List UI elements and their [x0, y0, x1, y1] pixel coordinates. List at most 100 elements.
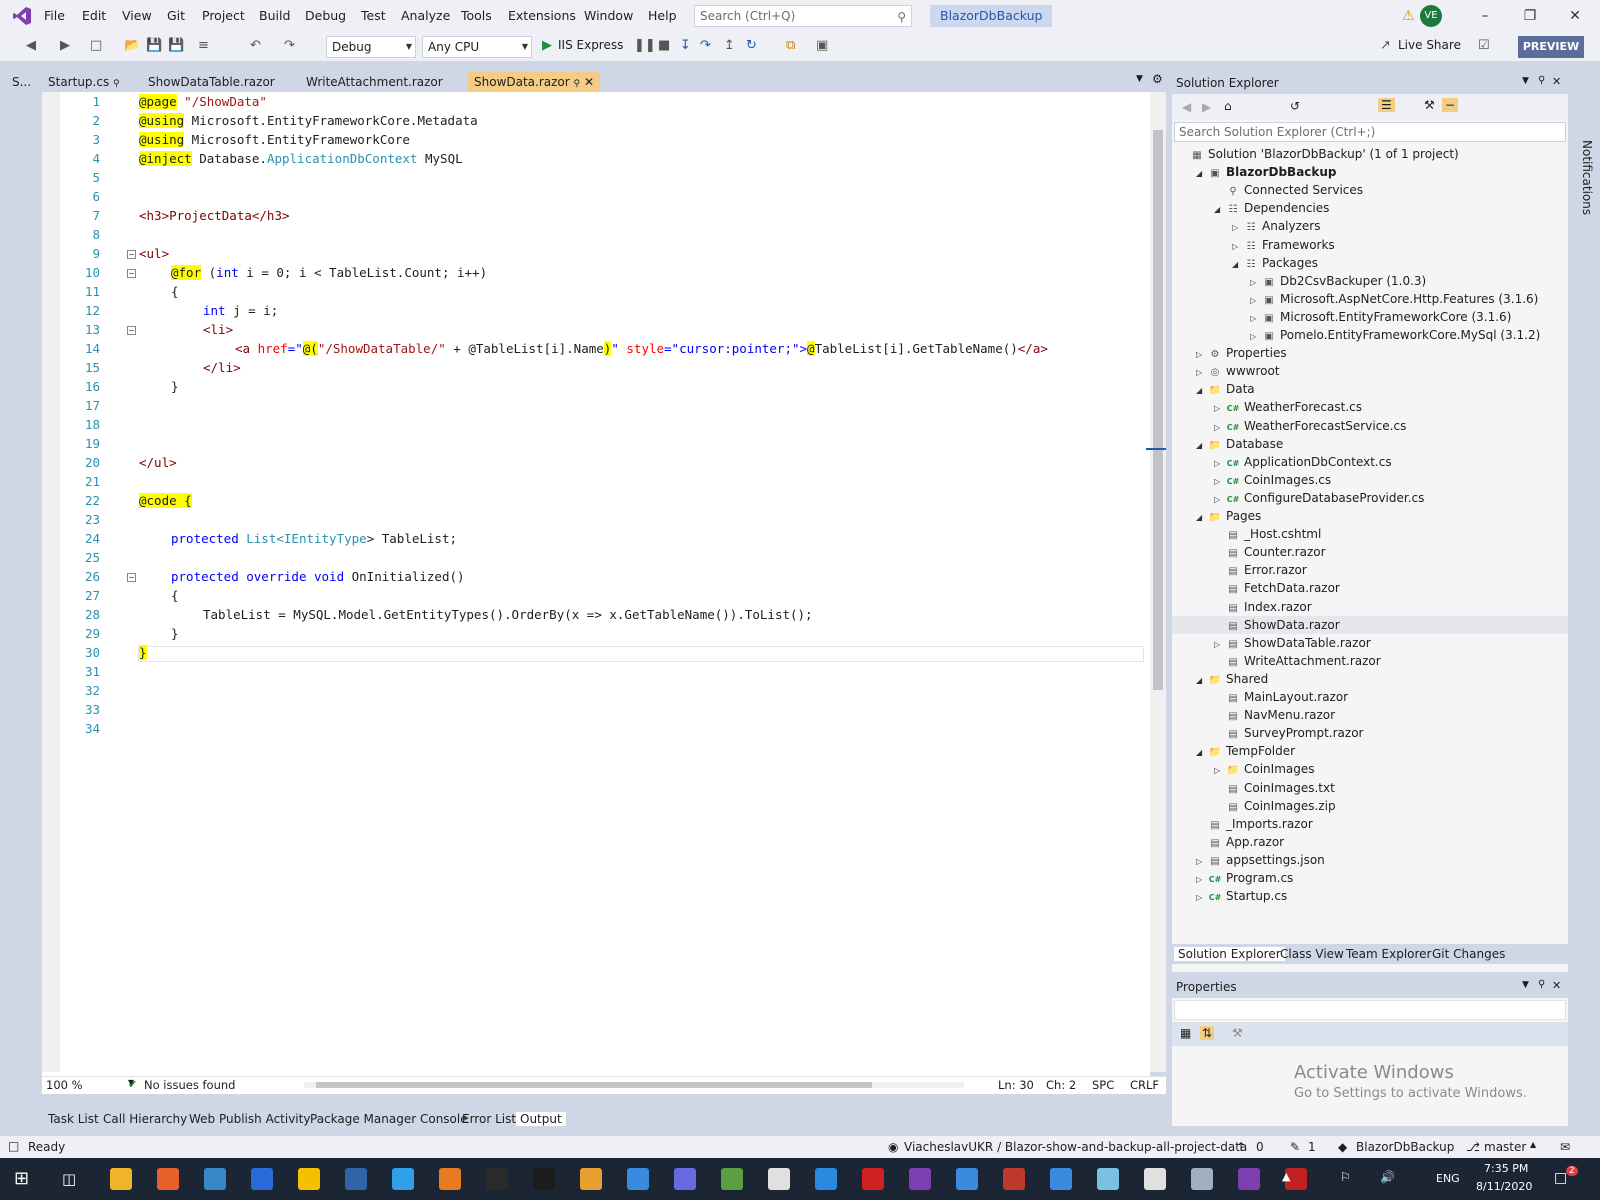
menu-extensions[interactable]: Extensions: [508, 8, 576, 23]
collapse-all-icon[interactable]: −: [1442, 98, 1459, 112]
taskbar-app-icon[interactable]: [956, 1168, 978, 1190]
forward-icon[interactable]: ▶: [1202, 100, 1211, 114]
tab-error-list[interactable]: Error List: [462, 1112, 516, 1126]
notifications-tab[interactable]: Notifications: [1580, 140, 1594, 215]
visual-studio-logo-icon[interactable]: [12, 6, 32, 26]
taskbar-app-icon[interactable]: [862, 1168, 884, 1190]
taskbar-app-icon[interactable]: [345, 1168, 367, 1190]
tree-node[interactable]: ▷ C# WeatherForecast.cs: [1214, 398, 1362, 416]
code-line-10[interactable]: @for (int i = 0; i < TableList.Count; i+…: [171, 265, 487, 280]
tree-node[interactable]: ◢ ☷ Packages: [1232, 254, 1318, 272]
notification-bell-icon[interactable]: ✉: [1560, 1140, 1570, 1154]
live-share-button[interactable]: Live Share: [1398, 38, 1461, 52]
solution-search-input[interactable]: Search Solution Explorer (Ctrl+;): [1174, 122, 1566, 142]
tree-node[interactable]: ▷ C# ConfigureDatabaseProvider.cs: [1214, 489, 1424, 507]
close-tab-icon[interactable]: ✕: [584, 75, 594, 89]
menu-build[interactable]: Build: [259, 8, 290, 23]
menu-tools[interactable]: Tools: [461, 8, 492, 23]
taskbar-app-icon[interactable]: [1097, 1168, 1119, 1190]
volume-icon[interactable]: 🔊: [1380, 1170, 1395, 1184]
back-icon[interactable]: ◀: [1182, 100, 1191, 114]
whitespace-indicator[interactable]: SPC: [1092, 1078, 1114, 1092]
windows-start-icon[interactable]: ⊞: [14, 1168, 29, 1189]
code-line-12[interactable]: int j = i;: [203, 303, 278, 318]
tree-node[interactable]: ▷ ▤ appsettings.json: [1196, 851, 1325, 869]
tree-node[interactable]: ◢ 📁 Shared: [1196, 670, 1268, 688]
code-line-11[interactable]: {: [171, 284, 179, 299]
tab-web-publish-activity[interactable]: Web Publish Activity: [189, 1112, 310, 1126]
tree-node[interactable]: ▷ ◎ wwwroot: [1196, 362, 1280, 380]
tree-node[interactable]: ▦ Solution 'BlazorDbBackup' (1 of 1 proje…: [1178, 145, 1458, 163]
expand-toggle-icon[interactable]: ◢: [1214, 201, 1226, 219]
expand-toggle-icon[interactable]: ◢: [1196, 509, 1208, 527]
line-ending-indicator[interactable]: CRLF: [1130, 1078, 1159, 1092]
expand-toggle-icon[interactable]: ◢: [1232, 256, 1244, 274]
collapse-icon[interactable]: −: [127, 573, 136, 582]
tree-node[interactable]: ▤ FetchData.razor: [1214, 579, 1340, 597]
new-item-icon[interactable]: □: [90, 38, 102, 53]
code-line-9[interactable]: <ul>: [139, 246, 169, 261]
expand-toggle-icon[interactable]: ▷: [1196, 889, 1208, 907]
tree-node[interactable]: ▤ CoinImages.zip: [1214, 797, 1335, 815]
preview-badge[interactable]: PREVIEW: [1518, 36, 1584, 58]
refresh-icon[interactable]: ↻: [746, 38, 757, 53]
collapse-icon[interactable]: −: [127, 250, 136, 259]
tab-git-changes[interactable]: Git Changes: [1432, 947, 1505, 961]
restore-icon[interactable]: ❐: [1515, 4, 1545, 28]
tab-solution-explorer[interactable]: Solution Explorer: [1174, 947, 1285, 961]
tree-node[interactable]: ▷ ▣ Microsoft.AspNetCore.Http.Features (3.…: [1250, 290, 1538, 308]
tree-node[interactable]: ▷ ☷ Analyzers: [1232, 217, 1320, 235]
menu-debug[interactable]: Debug: [305, 8, 346, 23]
menu-view[interactable]: View: [122, 8, 152, 23]
configuration-select[interactable]: Debug ▼: [326, 36, 416, 58]
menu-analyze[interactable]: Analyze: [401, 8, 450, 23]
tree-node[interactable]: ▷ ☷ Frameworks: [1232, 236, 1335, 254]
tree-node[interactable]: ▤ _Imports.razor: [1196, 815, 1313, 833]
alphabetical-icon[interactable]: ⇅: [1200, 1026, 1215, 1040]
close-icon[interactable]: ✕: [1552, 979, 1561, 992]
tab-side-panel[interactable]: S...: [6, 72, 36, 92]
forward-icon[interactable]: ▶: [60, 38, 70, 53]
taskbar-app-icon[interactable]: [1050, 1168, 1072, 1190]
tree-node[interactable]: ▷ C# ApplicationDbContext.cs: [1214, 453, 1392, 471]
step-over-icon[interactable]: ↷: [700, 38, 711, 53]
expand-toggle-icon[interactable]: ◢: [1196, 672, 1208, 690]
tab-output[interactable]: Output: [516, 1112, 566, 1126]
code-line-2[interactable]: @using Microsoft.EntityFrameworkCore.Met…: [139, 113, 478, 128]
tree-node[interactable]: ▷ ▤ ShowDataTable.razor: [1214, 634, 1371, 652]
chevron-down-icon[interactable]: ▼: [1522, 76, 1529, 86]
history-icon[interactable]: ↺: [1290, 99, 1300, 113]
menu-file[interactable]: File: [44, 8, 65, 23]
taskbar-app-icon[interactable]: [533, 1168, 555, 1190]
expand-toggle-icon[interactable]: ◢: [1196, 437, 1208, 455]
task-view-icon[interactable]: ◫: [62, 1170, 76, 1188]
input-language[interactable]: ENG: [1436, 1172, 1460, 1185]
menu-git[interactable]: Git: [167, 8, 185, 23]
tree-node[interactable]: ◢ ☷ Dependencies: [1214, 199, 1329, 217]
tree-node[interactable]: ▤ SurveyPrompt.razor: [1214, 724, 1363, 742]
save-icon[interactable]: 💾: [146, 38, 162, 53]
home-icon[interactable]: ⌂: [1224, 99, 1232, 113]
tree-node[interactable]: ▷ 📁 CoinImages: [1214, 760, 1315, 778]
tree-node[interactable]: ▤ CoinImages.txt: [1214, 779, 1335, 797]
code-editor[interactable]: [42, 92, 1150, 1082]
line-indicator[interactable]: Ln: 30: [998, 1078, 1034, 1092]
tree-node[interactable]: ▤ Index.razor: [1214, 598, 1311, 616]
tree-node[interactable]: ▷ C# WeatherForecastService.cs: [1214, 417, 1406, 435]
expand-toggle-icon[interactable]: ◢: [1196, 744, 1208, 762]
chevron-up-icon[interactable]: ▲: [1530, 1140, 1536, 1149]
tree-node[interactable]: ▷ ▣ Db2CsvBackuper (1.0.3): [1250, 272, 1426, 290]
close-icon[interactable]: ✕: [1552, 75, 1561, 88]
menu-window[interactable]: Window: [584, 8, 633, 23]
code-line-3[interactable]: @using Microsoft.EntityFrameworkCore: [139, 132, 410, 147]
collapse-icon[interactable]: −: [127, 269, 136, 278]
tab-showdatatable[interactable]: ShowDataTable.razor: [142, 72, 294, 92]
code-line-16[interactable]: }: [171, 379, 179, 394]
code-line-20[interactable]: </ul>: [139, 455, 177, 470]
tab-call-hierarchy[interactable]: Call Hierarchy: [103, 1112, 187, 1126]
unpushed-count[interactable]: 0: [1256, 1140, 1264, 1154]
tree-node[interactable]: ▤ Counter.razor: [1214, 543, 1325, 561]
step-into-icon[interactable]: ↧: [680, 38, 691, 53]
issues-status[interactable]: No issues found: [144, 1078, 235, 1092]
clock-date[interactable]: 8/11/2020: [1476, 1180, 1532, 1193]
